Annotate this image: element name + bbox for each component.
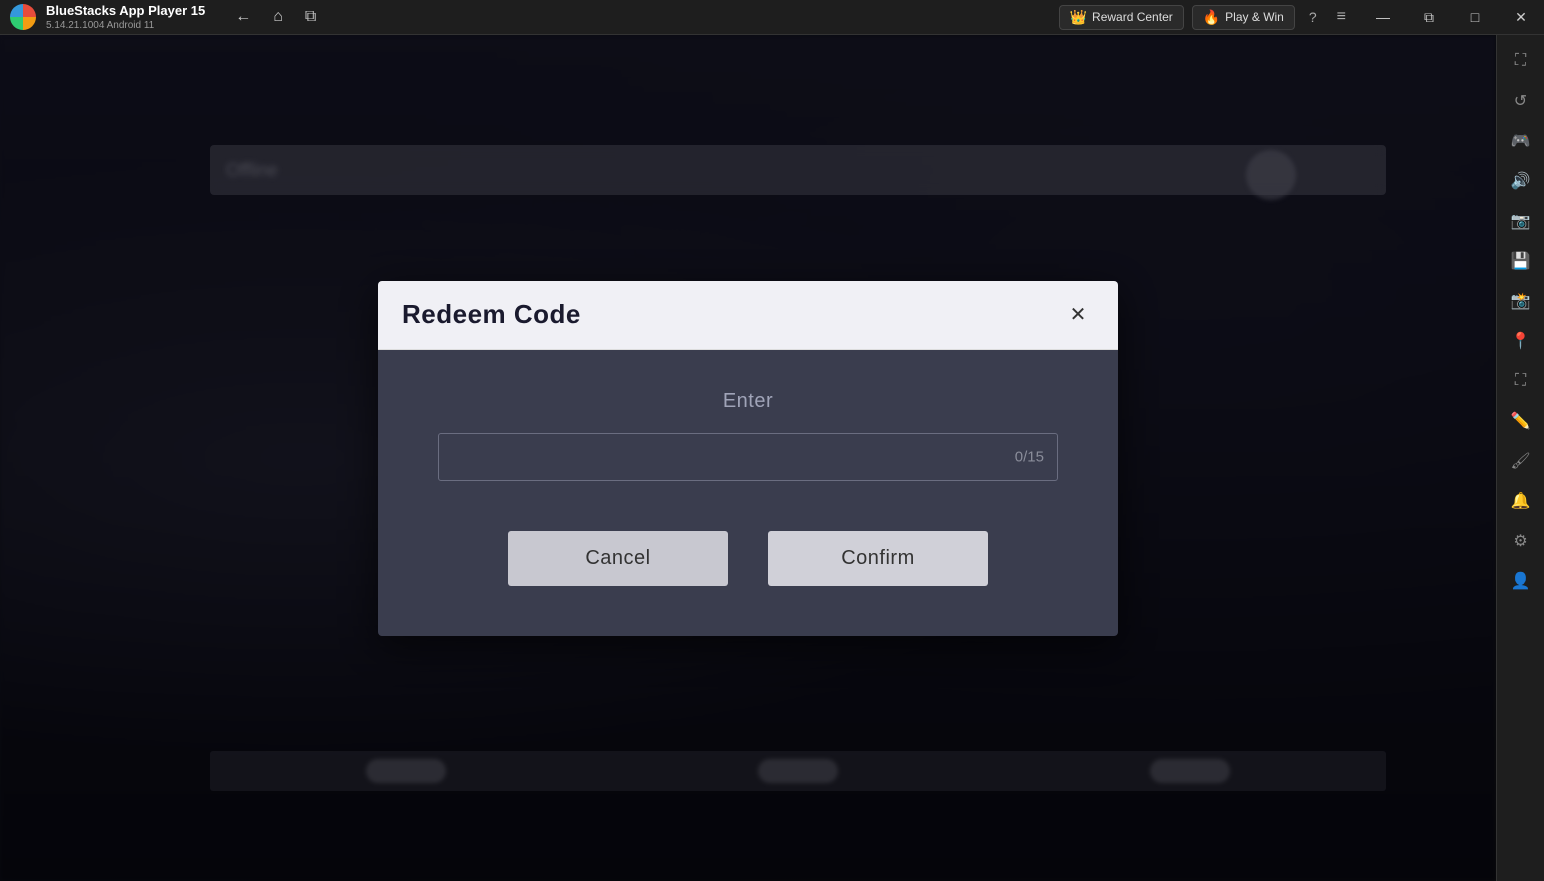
modal-overlay: Redeem Code ✕ Enter 0/15 Cancel Confirm xyxy=(0,35,1496,881)
volume-icon[interactable]: 🔊 xyxy=(1503,163,1539,199)
minimize-button[interactable]: — xyxy=(1360,0,1406,35)
confirm-button[interactable]: Confirm xyxy=(768,531,988,586)
app-name: BlueStacks App Player 15 xyxy=(46,3,205,18)
help-button[interactable]: ? xyxy=(1303,6,1323,28)
play-win-button[interactable]: 🔥 Play & Win xyxy=(1192,5,1295,30)
rotate-icon[interactable]: ↺ xyxy=(1503,83,1539,119)
app-logo xyxy=(8,2,38,32)
dialog-header: Redeem Code ✕ xyxy=(378,281,1118,350)
titlebar: BlueStacks App Player 15 5.14.21.1004 An… xyxy=(0,0,1544,35)
window-controls: — ⧉ □ ✕ xyxy=(1360,0,1544,35)
fire-icon: 🔥 xyxy=(1203,9,1220,26)
maximize-button[interactable]: □ xyxy=(1452,0,1498,35)
nav-controls: ← ⌂ ⧉ xyxy=(229,6,322,28)
main-content: Offline Redeem Code ✕ Enter 0/15 xyxy=(0,35,1496,881)
storage-icon[interactable]: 💾 xyxy=(1503,243,1539,279)
copy-button[interactable]: ⧉ xyxy=(299,6,322,28)
dialog-title: Redeem Code xyxy=(402,299,581,330)
close-button[interactable]: ✕ xyxy=(1498,0,1544,35)
restore-button[interactable]: ⧉ xyxy=(1406,0,1452,35)
brush-icon[interactable]: 🖌 xyxy=(1503,443,1539,479)
redeem-code-dialog: Redeem Code ✕ Enter 0/15 Cancel Confirm xyxy=(378,281,1118,636)
bluestacks-logo-icon xyxy=(10,4,36,30)
location-icon[interactable]: 📍 xyxy=(1503,323,1539,359)
dialog-body: Enter 0/15 Cancel Confirm xyxy=(378,350,1118,636)
app-info: BlueStacks App Player 15 5.14.21.1004 An… xyxy=(46,3,209,31)
screenshot-icon[interactable]: 📸 xyxy=(1503,283,1539,319)
play-win-label: Play & Win xyxy=(1225,10,1284,24)
back-button[interactable]: ← xyxy=(229,6,257,28)
dialog-buttons: Cancel Confirm xyxy=(438,531,1058,586)
notification-icon[interactable]: 🔔 xyxy=(1503,483,1539,519)
dialog-close-button[interactable]: ✕ xyxy=(1062,299,1094,331)
enter-label: Enter xyxy=(438,390,1058,413)
titlebar-right: 👑 Reward Center 🔥 Play & Win ? ≡ xyxy=(1059,5,1352,30)
code-input-wrapper: 0/15 xyxy=(438,433,1058,481)
reward-center-label: Reward Center xyxy=(1092,10,1173,24)
expand-icon[interactable]: ⛶ xyxy=(1503,43,1539,79)
profile-icon[interactable]: 👤 xyxy=(1503,563,1539,599)
settings-icon[interactable]: ⚙ xyxy=(1503,523,1539,559)
cancel-button[interactable]: Cancel xyxy=(508,531,728,586)
app-version: 5.14.21.1004 Android 11 xyxy=(46,20,209,31)
code-input[interactable] xyxy=(438,433,1058,481)
gamepad-icon[interactable]: 🎮 xyxy=(1503,123,1539,159)
reward-center-button[interactable]: 👑 Reward Center xyxy=(1059,5,1184,30)
edit-icon[interactable]: ✏️ xyxy=(1503,403,1539,439)
fullscreen-icon[interactable]: ⛶ xyxy=(1503,363,1539,399)
camera-icon[interactable]: 📷 xyxy=(1503,203,1539,239)
menu-button[interactable]: ≡ xyxy=(1331,5,1352,29)
right-sidebar: ⛶ ↺ 🎮 🔊 📷 💾 📸 📍 ⛶ ✏️ 🖌 🔔 ⚙ 👤 xyxy=(1496,35,1544,881)
crown-icon: 👑 xyxy=(1070,9,1087,26)
home-button[interactable]: ⌂ xyxy=(267,6,289,28)
